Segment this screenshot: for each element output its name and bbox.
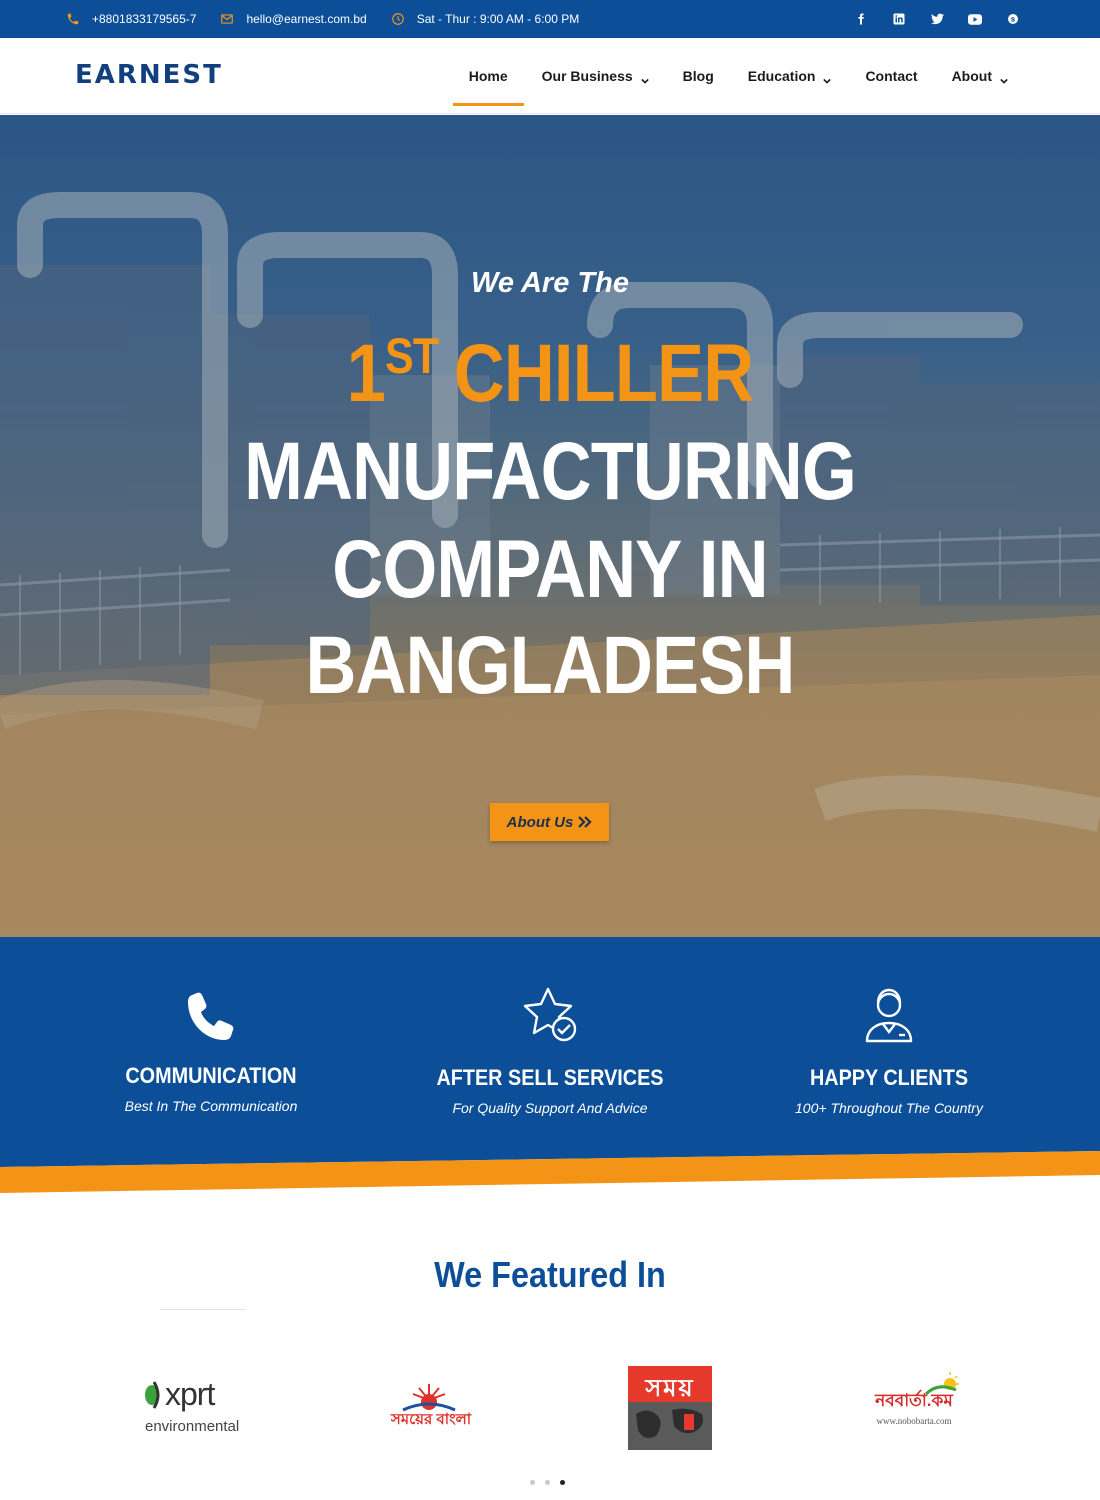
carousel-dot-1[interactable]	[530, 1480, 535, 1485]
nav-home-label: Home	[468, 68, 508, 84]
double-chevron-right-icon	[578, 816, 592, 828]
hero-line-chiller: 1ST CHILLER	[77, 327, 1023, 421]
main-nav: Home Our Business Blog Education Contact…	[435, 38, 1008, 114]
skype-icon[interactable]	[1006, 12, 1020, 26]
hero-ordinal: ST	[385, 328, 439, 384]
phone-icon	[66, 12, 80, 26]
nav-education-label: Education	[747, 68, 816, 84]
nav-contact-label: Contact	[865, 68, 918, 84]
somoy-logo[interactable]: সময়	[628, 1360, 712, 1460]
xprt-logo-subtext: environmental	[145, 1418, 240, 1435]
nav-about[interactable]: About	[952, 38, 1008, 114]
hero-pretitle: We Are The	[471, 267, 629, 299]
somoyer-bangla-text: সময়ের বাংলা	[390, 1411, 472, 1428]
nobobarta-logo-text: নববার্তা.কম	[875, 1391, 953, 1410]
features-band: COMMUNICATION Best In The Communication …	[0, 937, 1100, 1197]
divider	[160, 1309, 246, 1310]
nav-blog-label: Blog	[682, 68, 714, 84]
top-bar: +8801833179565-7 hello@earnest.com.bd Sa…	[0, 0, 1100, 38]
feature-communication-title: COMMUNICATION	[125, 1063, 297, 1088]
hero-line-manufacturing: MANUFACTURING	[244, 426, 857, 517]
xprt-logo-text: xprt	[165, 1376, 215, 1412]
nav-our-business[interactable]: Our Business	[542, 38, 649, 114]
chevron-down-icon	[640, 72, 649, 84]
nobobarta-logo[interactable]: নববার্তা.কম www.nobobarta.com	[866, 1360, 962, 1460]
feature-after-sell-title: AFTER SELL SERVICES	[436, 1065, 664, 1090]
linkedin-icon[interactable]	[892, 12, 906, 26]
hours-info: Sat - Thur : 9:00 AM - 6:00 PM	[391, 12, 580, 26]
email-text: hello@earnest.com.bd	[246, 12, 367, 26]
carousel-dot-3[interactable]	[560, 1480, 565, 1485]
site-header: EARNEST Home Our Business Blog Education…	[0, 38, 1100, 114]
hero-line-company: COMPANY IN	[332, 524, 768, 615]
phone-text: +8801833179565-7	[92, 12, 197, 26]
star-check-icon	[520, 985, 580, 1045]
feature-happy-clients-title: HAPPY CLIENTS	[809, 1065, 969, 1090]
support-agent-icon	[859, 985, 919, 1045]
social-links	[830, 0, 1020, 38]
feature-communication-subtitle: Best In The Communication	[124, 1098, 298, 1114]
hours-text: Sat - Thur : 9:00 AM - 6:00 PM	[416, 12, 580, 26]
nav-education[interactable]: Education	[748, 38, 832, 114]
phone-icon	[181, 987, 241, 1047]
about-us-button[interactable]: About Us	[490, 803, 609, 841]
carousel-dots	[530, 1480, 575, 1485]
envelope-icon	[220, 12, 234, 26]
somoyer-bangla-logo[interactable]: সময়ের বাংলা	[383, 1360, 479, 1460]
email-info[interactable]: hello@earnest.com.bd	[220, 12, 367, 26]
featured-section-title: We Featured In	[434, 1254, 666, 1295]
site-logo[interactable]: EARNEST	[75, 60, 223, 90]
xprt-logo[interactable]: xprt environmental	[140, 1360, 240, 1460]
chevron-down-icon	[823, 72, 832, 84]
twitter-icon[interactable]	[930, 12, 944, 26]
youtube-icon[interactable]	[968, 12, 982, 26]
phone-info[interactable]: +8801833179565-7	[66, 12, 196, 26]
contact-info: +8801833179565-7 hello@earnest.com.bd Sa…	[66, 0, 603, 38]
nobobarta-logo-url: www.nobobarta.com	[876, 1416, 952, 1426]
nav-contact[interactable]: Contact	[865, 38, 917, 114]
carousel-dot-2[interactable]	[545, 1480, 550, 1485]
feature-after-sell-subtitle: For Quality Support And Advice	[452, 1100, 648, 1116]
hero-line-bangladesh: BANGLADESH	[305, 620, 796, 711]
hero-number: 1	[346, 328, 386, 419]
clock-icon	[391, 12, 405, 26]
hero-section: We Are The 1ST CHILLER MANUFACTURING COMP…	[0, 115, 1100, 937]
somoy-logo-text: সময়	[645, 1375, 695, 1402]
nav-our-business-label: Our Business	[541, 68, 633, 84]
about-us-button-label: About Us	[506, 813, 574, 831]
nav-blog[interactable]: Blog	[683, 38, 714, 114]
hero-chiller-word: CHILLER	[453, 328, 754, 419]
nav-home[interactable]: Home	[452, 38, 524, 114]
feature-happy-clients-subtitle: 100+ Throughout The Country	[795, 1100, 983, 1116]
chevron-down-icon	[1000, 72, 1008, 84]
nav-about-label: About	[951, 68, 992, 84]
facebook-icon[interactable]	[854, 12, 868, 26]
